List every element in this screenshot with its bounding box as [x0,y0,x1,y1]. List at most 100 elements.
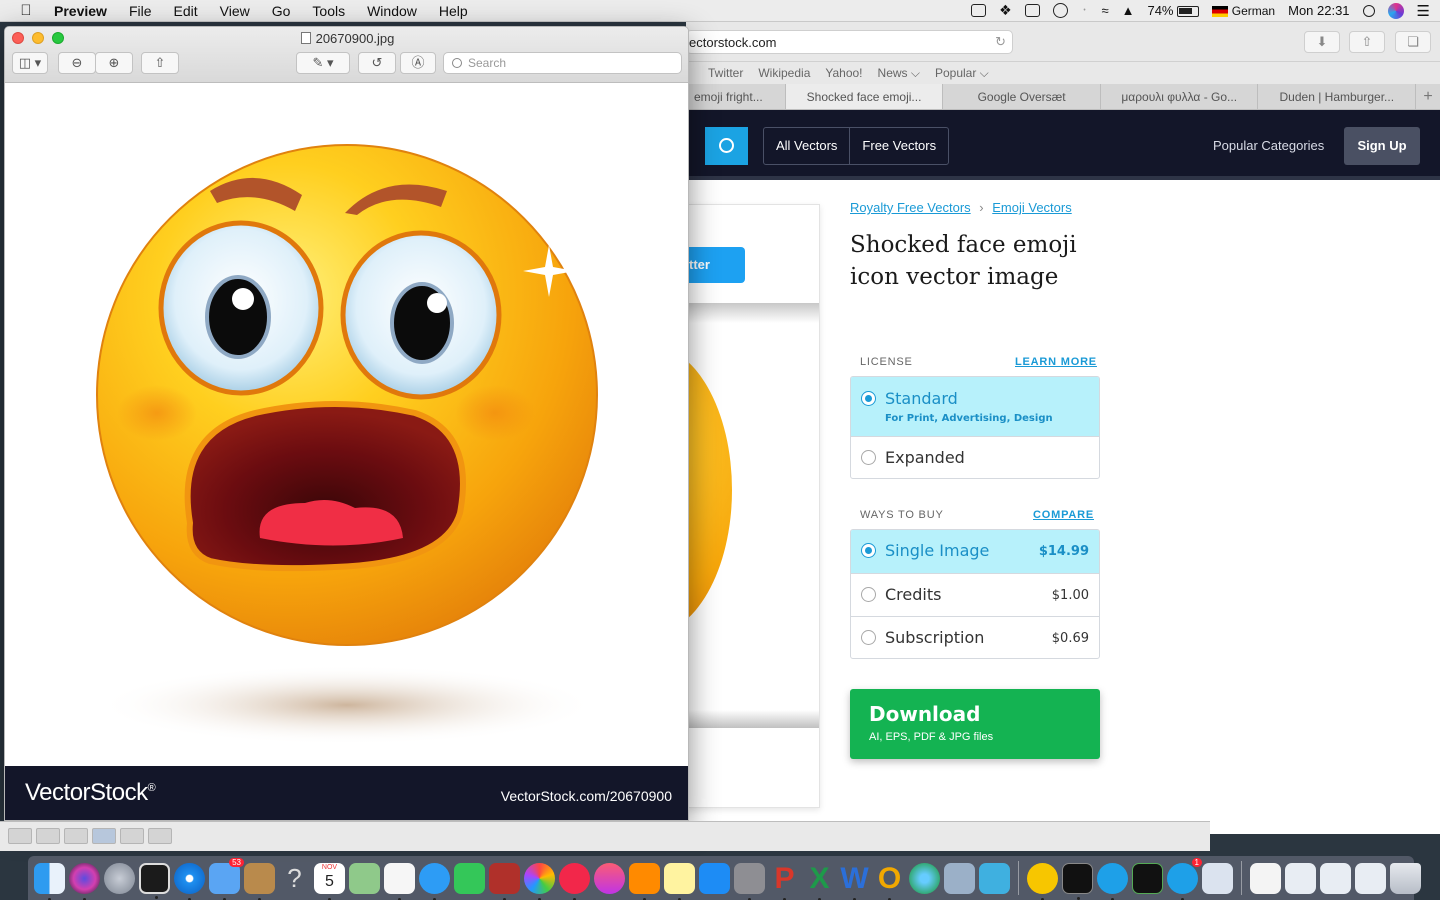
search-field[interactable]: Search [443,52,682,74]
tab-duden[interactable]: Duden | Hamburger... [1258,84,1417,109]
help-question-icon[interactable]: ? [279,863,310,894]
license-expanded-option[interactable]: Expanded [851,436,1099,478]
radio-standard[interactable] [861,391,876,406]
tab-google-translate[interactable]: Google Oversæt [943,84,1101,109]
airplay-icon[interactable] [1024,4,1040,17]
buy-credits-option[interactable]: Credits $1.00 [851,573,1099,616]
menu-view[interactable]: View [209,3,261,19]
photos-icon[interactable] [524,862,555,900]
breadcrumb-royalty-free[interactable]: Royalty Free Vectors [850,200,971,215]
checkbox-status-icon[interactable] [971,4,987,17]
books-icon[interactable] [629,862,660,900]
tab-emoji-fright[interactable]: emoji fright... [686,84,786,109]
share-button[interactable]: ⇧ [1349,31,1385,53]
icon-view-icon[interactable] [8,828,32,844]
markup-toolbar-button[interactable]: Ⓐ [400,52,436,74]
safari-dock-icon[interactable] [174,862,205,900]
apple-menu-icon[interactable]:  [0,2,52,19]
powerpoint-icon[interactable]: P [769,863,800,900]
spotlight-icon[interactable] [1362,4,1375,17]
tab-shocked-face[interactable]: Shocked face emoji... [785,84,944,109]
activity-monitor-icon[interactable] [1132,862,1163,894]
outlook-icon[interactable]: O [874,863,905,900]
finder-icon[interactable] [34,862,65,900]
trash-icon[interactable] [1390,862,1421,894]
minimized-window-1-icon[interactable] [1285,862,1316,894]
favorite-wikipedia[interactable]: Wikipedia [758,66,810,80]
notes-icon[interactable] [664,862,695,900]
buy-single-image-option[interactable]: Single Image $14.99 [851,530,1099,573]
volume-icon[interactable]: ▲ [1122,3,1135,18]
siri-icon[interactable] [1387,2,1404,19]
preview-dock-icon[interactable] [1202,862,1233,894]
markup-pen-button[interactable]: ✎ ▾ [296,52,350,74]
menu-tools[interactable]: Tools [301,3,356,19]
favorite-yahoo[interactable]: Yahoo! [825,66,862,80]
rotate-button[interactable]: ↺ [358,52,396,74]
messages-icon[interactable] [419,862,450,900]
downloads-button[interactable]: ⬇ [1304,31,1340,53]
mission-control-icon[interactable] [139,862,170,899]
network-globe-icon[interactable] [909,862,940,894]
menu-go[interactable]: Go [261,3,302,19]
radio-subscription[interactable] [861,630,876,645]
terminal-icon[interactable] [1062,862,1093,900]
skype-business-icon[interactable]: 1 [1167,857,1202,900]
dropbox-icon[interactable]: ❖ [999,2,1012,19]
people-icon[interactable] [979,862,1010,894]
calendar-icon[interactable]: NOV 5 [314,862,345,900]
favorite-news[interactable]: News ⌵ [878,66,920,81]
menu-edit[interactable]: Edit [163,3,209,19]
tab-overview-button[interactable]: ❏ [1395,31,1431,53]
sign-up-button[interactable]: Sign Up [1344,127,1420,165]
reminders-icon[interactable] [384,862,415,900]
maps-icon[interactable] [349,862,380,894]
address-bar[interactable]: ectorstock.com ↻ [686,30,1013,54]
nav-popular-categories[interactable]: Popular Categories [1213,138,1324,153]
license-standard-option[interactable]: Standard For Print, Advertising, Design [851,377,1099,436]
learn-more-link[interactable]: LEARN MORE [1015,356,1097,368]
new-tab-plus-icon[interactable]: + [1416,84,1440,109]
directory-utility-icon[interactable] [944,862,975,894]
zoom-out-button[interactable]: ⊖ [58,52,96,74]
app-store-icon[interactable] [699,862,730,894]
menu-file[interactable]: File [118,3,163,19]
nav-all-vectors[interactable]: All Vectors [764,128,849,164]
favorite-popular[interactable]: Popular ⌵ [935,66,989,81]
music-icon[interactable] [594,862,625,894]
minimized-window-2-icon[interactable] [1320,862,1351,894]
action-view-icon[interactable] [148,828,172,844]
skype-icon[interactable] [1097,862,1128,900]
bluetooth-icon[interactable]: ᛫ [1081,3,1089,18]
photo-booth-icon[interactable] [489,862,520,900]
news-icon[interactable] [559,862,590,900]
battery-status[interactable]: 74% [1147,3,1200,18]
site-search-button[interactable] [705,127,748,165]
image-canvas[interactable] [5,83,688,766]
system-preferences-icon[interactable] [734,862,765,900]
vlc-icon[interactable] [1027,862,1058,900]
minimized-window-3-icon[interactable] [1355,862,1386,894]
siri-dock-icon[interactable] [69,862,100,900]
radio-single-image[interactable] [861,543,876,558]
group-view-icon[interactable] [120,828,144,844]
document-stack-icon[interactable] [1250,862,1281,894]
compare-link[interactable]: COMPARE [1033,509,1094,521]
clock[interactable]: Mon 22:31 [1288,3,1349,18]
radio-credits[interactable] [861,587,876,602]
menu-app-name[interactable]: Preview [52,3,118,19]
excel-icon[interactable]: X [804,863,835,900]
notification-center-icon[interactable]: ☰ [1417,2,1430,20]
column-view-icon[interactable] [64,828,88,844]
download-button[interactable]: Download AI, EPS, PDF & JPG files [850,689,1100,759]
share-button[interactable]: ⇧ [141,52,179,74]
menu-window[interactable]: Window [356,3,428,19]
zoom-in-button[interactable]: ⊕ [95,52,133,74]
twitter-share-button[interactable]: tter [687,247,745,283]
radio-expanded[interactable] [861,450,876,465]
list-view-icon[interactable] [36,828,60,844]
tab-greek-search[interactable]: μαρουλι φυλλα - Go... [1101,84,1259,109]
nav-free-vectors[interactable]: Free Vectors [849,128,948,164]
buy-subscription-option[interactable]: Subscription $0.69 [851,616,1099,658]
time-machine-icon[interactable] [1052,3,1068,18]
